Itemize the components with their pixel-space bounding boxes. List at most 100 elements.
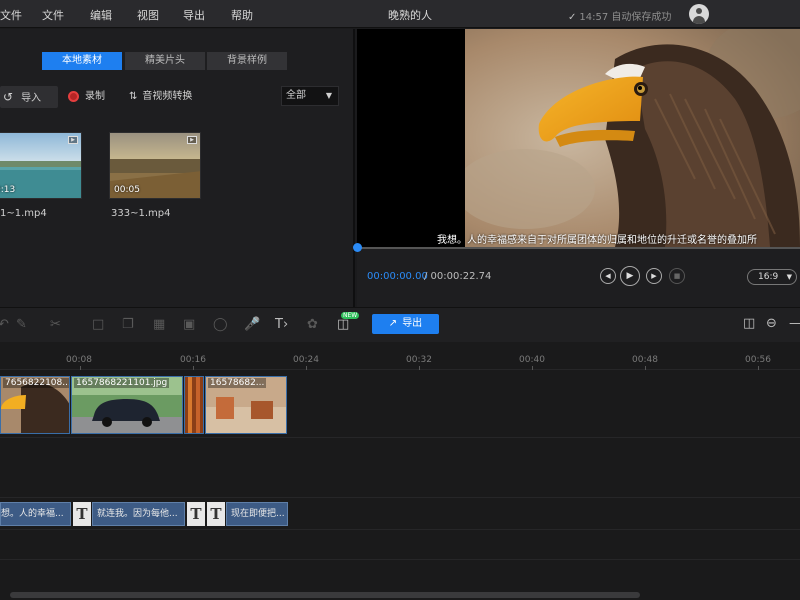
- video-track: 7656822108... 1657868221101.jpg 16578682…: [0, 376, 800, 438]
- effects-icon[interactable]: ✿: [307, 317, 318, 332]
- video-badge-icon: ▶: [187, 136, 197, 144]
- mosaic-icon[interactable]: ▦: [153, 317, 165, 332]
- stop-icon: ■: [673, 272, 681, 280]
- tick-label: 00:56: [745, 355, 771, 365]
- microphone-icon[interactable]: 🎤: [244, 317, 260, 332]
- save-status: ✓ 14:57 自动保存成功: [568, 8, 671, 23]
- timeline-ruler[interactable]: 00:08 00:16 00:24 00:32 00:40 00:48 00:5…: [0, 342, 800, 370]
- zoom-slider-icon[interactable]: —: [789, 316, 800, 331]
- fit-screen-icon[interactable]: ◫: [743, 316, 755, 331]
- video-clip[interactable]: 1657868221101.jpg: [71, 376, 183, 434]
- export-label: 导出: [402, 318, 423, 329]
- export-button[interactable]: ↗ 导出: [372, 314, 439, 334]
- preview-video[interactable]: 我想。人的幸福感来自于对所属团体的归属和地位的升迁或名誉的叠加所: [357, 29, 800, 247]
- convert-label: 音视频转换: [142, 91, 193, 102]
- convert-button[interactable]: ⇅ 音视频转换: [129, 86, 192, 108]
- menu-file[interactable]: 文件: [42, 7, 64, 23]
- preview-panel: 我想。人的幸福感来自于对所属团体的归属和地位的升迁或名誉的叠加所 00:00:0…: [353, 29, 800, 307]
- copy-icon[interactable]: ❐: [122, 317, 134, 332]
- import-icon: ↺: [3, 90, 14, 104]
- stop-button[interactable]: ■: [669, 268, 685, 284]
- clip-label: 1657868221101.jpg: [74, 378, 170, 388]
- export-icon: ↗: [388, 318, 398, 329]
- subtitle-clip-text: 现在即便把...: [231, 509, 285, 519]
- user-icon: [696, 8, 702, 14]
- menu-file-partial[interactable]: 文件: [0, 7, 22, 23]
- timeline-scrollbar[interactable]: [0, 590, 800, 600]
- sticker-icon[interactable]: ◫: [337, 317, 349, 332]
- menu-edit[interactable]: 编辑: [90, 7, 112, 23]
- chevron-down-icon: ▼: [325, 91, 332, 100]
- timeline: 00:08 00:16 00:24 00:32 00:40 00:48 00:5…: [0, 342, 800, 600]
- video-clip[interactable]: 16578682...: [205, 376, 287, 434]
- eagle-image: [465, 29, 800, 247]
- tick-label: 00:48: [632, 355, 658, 365]
- clip-name: 1~1.mp4: [0, 208, 47, 219]
- subtitle-track: 想。人的幸福... T 就连我。因为每他... T T 现在即便把...: [0, 498, 800, 530]
- speed-icon[interactable]: ◯: [213, 317, 228, 332]
- media-clip[interactable]: ▶ 0:13: [0, 132, 82, 199]
- menu-help[interactable]: 帮助: [231, 7, 253, 23]
- next-frame-button[interactable]: ▶: [646, 268, 662, 284]
- next-icon: ▶: [651, 272, 657, 280]
- zoom-out-icon[interactable]: ⊖: [766, 316, 777, 331]
- preview-subtitle: 我想。人的幸福感来自于对所属团体的归属和地位的升迁或名誉的叠加所: [437, 235, 757, 246]
- new-badge: NEW: [341, 312, 360, 319]
- aspect-ratio-select[interactable]: 16:9 ▼: [747, 269, 797, 285]
- play-icon: ▶: [626, 271, 634, 281]
- subtitle-clip[interactable]: 想。人的幸福...: [0, 502, 71, 526]
- subtitle-clip-text: 想。人的幸福...: [1, 509, 64, 519]
- clip-label: 7656822108...: [3, 378, 69, 388]
- text-icon: T: [207, 502, 225, 526]
- prev-icon: ◀: [605, 272, 611, 280]
- video-clip[interactable]: 7656822108...: [0, 376, 70, 434]
- edit-icon[interactable]: ✎: [16, 317, 27, 332]
- filter-select[interactable]: 全部 ▼: [281, 86, 339, 106]
- check-icon: ✓: [568, 12, 577, 23]
- scrollbar-thumb[interactable]: [10, 592, 640, 598]
- save-time: 14:57: [579, 12, 609, 23]
- progress-handle[interactable]: [353, 243, 362, 252]
- tick-label: 00:08: [66, 355, 92, 365]
- progress-track[interactable]: [357, 247, 800, 249]
- record-icon: [68, 90, 79, 102]
- menu-view[interactable]: 视图: [137, 7, 159, 23]
- tab-intro-templates[interactable]: 精美片头: [125, 52, 205, 70]
- tick-label: 00:16: [180, 355, 206, 365]
- tick-label: 00:40: [519, 355, 545, 365]
- tick-label: 00:24: [293, 355, 319, 365]
- video-badge-icon: ▶: [68, 136, 78, 144]
- clip-label: 16578682...: [208, 378, 267, 388]
- save-text: 自动保存成功: [611, 12, 672, 23]
- time-total: / 00:00:22.74: [424, 271, 492, 282]
- video-clip[interactable]: [184, 376, 204, 434]
- cut-icon[interactable]: ✂: [50, 317, 61, 332]
- crop-icon[interactable]: □: [92, 317, 104, 332]
- app-title: 晚熟的人: [388, 9, 432, 22]
- avatar[interactable]: [689, 4, 709, 24]
- undo-icon[interactable]: ↶: [0, 317, 9, 332]
- import-button[interactable]: ↺ 导入: [0, 86, 58, 108]
- clip-name: 333~1.mp4: [111, 208, 171, 219]
- record-button[interactable]: 录制: [68, 86, 105, 108]
- play-button[interactable]: ▶: [620, 266, 640, 286]
- aspect-ratio-value: 16:9: [758, 272, 779, 282]
- media-clip[interactable]: ▶ 00:05: [109, 132, 201, 199]
- chevron-down-icon: ▼: [786, 273, 792, 281]
- menu-export[interactable]: 导出: [183, 7, 205, 23]
- text-icon: T: [73, 502, 91, 526]
- clip-duration: 00:05: [114, 185, 140, 195]
- import-label: 导入: [21, 93, 42, 104]
- prev-frame-button[interactable]: ◀: [600, 268, 616, 284]
- empty-track: [0, 530, 800, 560]
- subtitle-clip[interactable]: 就连我。因为每他...: [92, 502, 185, 526]
- edit-toolbar: ↶ ✎ ✂ □ ❐ ▦ ▣ ◯ 🎤 T› ✿ ◫ NEW ↗ 导出 ◫ ⊖ —: [0, 307, 800, 342]
- filter-value: 全部: [286, 90, 306, 101]
- tab-background-samples[interactable]: 背景样例: [207, 52, 287, 70]
- subtitle-clip[interactable]: 现在即便把...: [226, 502, 288, 526]
- tab-local-media[interactable]: 本地素材: [42, 52, 122, 70]
- clip-duration: 0:13: [0, 185, 16, 195]
- freeze-icon[interactable]: ▣: [183, 317, 195, 332]
- text-to-speech-icon[interactable]: T›: [275, 317, 288, 332]
- convert-icon: ⇅: [129, 91, 138, 102]
